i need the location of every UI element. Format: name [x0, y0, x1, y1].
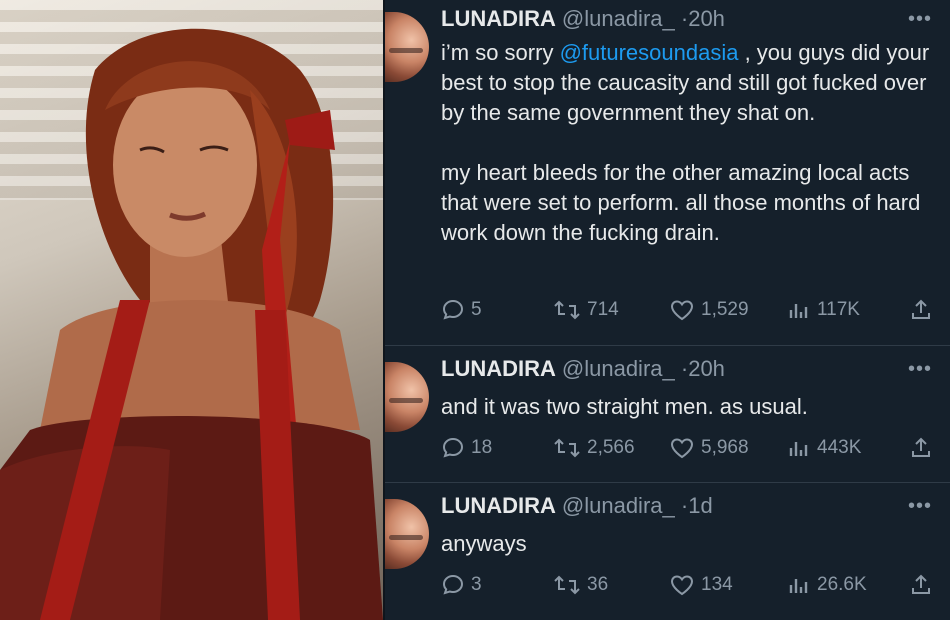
tweet-actions: 5 714 1,529 117K [441, 296, 941, 324]
reply-count: 3 [471, 574, 482, 595]
heart-icon [670, 575, 694, 596]
display-name[interactable]: LUNADIRA [441, 6, 556, 31]
view-count: 443K [817, 437, 862, 458]
share-button[interactable] [909, 296, 933, 324]
views-icon [789, 442, 808, 456]
portrait-photo [0, 0, 383, 620]
display-name[interactable]: LUNADIRA [441, 356, 556, 381]
mention-link[interactable]: @futuresoundasia [560, 40, 739, 65]
reply-button[interactable]: 18 [441, 434, 492, 462]
retweet-button[interactable]: 714 [553, 296, 619, 324]
more-options-icon[interactable]: ••• [908, 495, 932, 518]
retweet-icon [554, 300, 580, 320]
tweet-paragraph-2: my heart bleeds for the other amazing lo… [441, 160, 921, 245]
tweet-actions: 18 2,566 5,968 443K [441, 434, 941, 462]
handle[interactable]: @lunadira_ [562, 356, 675, 381]
tweet-header: LUNADIRA @lunadira_ ·20h [441, 6, 725, 32]
tweet[interactable]: LUNADIRA @lunadira_ ·20h ••• and it was t… [385, 350, 950, 480]
views-button[interactable]: 26.6K [787, 571, 867, 599]
tweet-text-start: i’m so sorry [441, 40, 560, 65]
view-count: 26.6K [817, 574, 867, 595]
like-count: 134 [701, 574, 733, 595]
views-icon [789, 304, 808, 318]
display-name[interactable]: LUNADIRA [441, 493, 556, 518]
tweet-divider [385, 345, 950, 346]
retweet-icon [554, 575, 580, 595]
share-button[interactable] [909, 571, 933, 599]
share-icon [912, 299, 930, 319]
like-count: 5,968 [701, 437, 749, 458]
heart-icon [670, 438, 694, 459]
like-button[interactable]: 134 [669, 571, 733, 599]
tweet-actions: 3 36 134 26.6K [441, 571, 941, 599]
avatar[interactable] [385, 499, 429, 569]
retweet-count: 2,566 [587, 437, 635, 458]
timestamp[interactable]: 1d [688, 493, 712, 518]
views-button[interactable]: 117K [787, 296, 860, 324]
handle[interactable]: @lunadira_ [562, 6, 675, 31]
reply-icon [442, 437, 464, 458]
retweet-count: 36 [587, 574, 609, 595]
tweet[interactable]: LUNADIRA @lunadira_ ·20h ••• i’m so sorry… [385, 0, 950, 345]
tweet-text: anyways [441, 531, 527, 556]
tweet[interactable]: LUNADIRA @lunadira_ ·1d ••• anyways 3 36 … [385, 487, 950, 620]
more-options-icon[interactable]: ••• [908, 8, 932, 31]
views-button[interactable]: 443K [787, 434, 861, 462]
tweet-divider [385, 482, 950, 483]
reply-icon [442, 299, 464, 320]
reply-count: 5 [471, 299, 482, 320]
avatar[interactable] [385, 362, 429, 432]
like-button[interactable]: 1,529 [669, 296, 749, 324]
timestamp[interactable]: 20h [688, 6, 725, 31]
like-button[interactable]: 5,968 [669, 434, 749, 462]
avatar[interactable] [385, 12, 429, 82]
timestamp[interactable]: 20h [688, 356, 725, 381]
reply-icon [442, 574, 464, 595]
views-icon [789, 579, 808, 593]
retweet-button[interactable]: 36 [553, 571, 608, 599]
like-count: 1,529 [701, 299, 749, 320]
handle[interactable]: @lunadira_ [562, 493, 675, 518]
retweet-button[interactable]: 2,566 [553, 434, 635, 462]
reply-button[interactable]: 5 [441, 296, 482, 324]
more-options-icon[interactable]: ••• [908, 358, 932, 381]
tweet-feed: LUNADIRA @lunadira_ ·20h ••• i’m so sorry… [385, 0, 950, 620]
tweet-header: LUNADIRA @lunadira_ ·20h [441, 356, 725, 382]
reply-button[interactable]: 3 [441, 571, 482, 599]
reply-count: 18 [471, 437, 493, 458]
share-icon [912, 574, 930, 594]
share-icon [912, 437, 930, 457]
view-count: 117K [817, 299, 860, 320]
tweet-text: and it was two straight men. as usual. [441, 394, 808, 419]
heart-icon [670, 300, 694, 321]
retweet-count: 714 [587, 299, 619, 320]
retweet-icon [554, 438, 580, 458]
tweet-text: i’m so sorry @futuresoundasia , you guys… [441, 38, 936, 248]
tweet-header: LUNADIRA @lunadira_ ·1d [441, 493, 713, 519]
portrait-illustration [0, 28, 383, 620]
share-button[interactable] [909, 434, 933, 462]
